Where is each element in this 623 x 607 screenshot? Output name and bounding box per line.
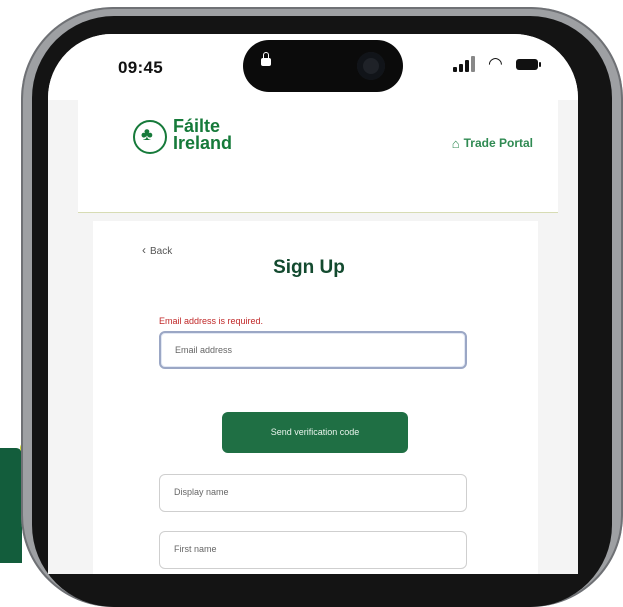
status-time: 09:45 [118, 58, 163, 77]
trade-portal-label: Trade Portal [463, 136, 533, 150]
battery-icon [516, 59, 541, 70]
status-bar: 09:45 ◠ [48, 34, 578, 100]
shamrock-logo-icon[interactable] [133, 120, 167, 154]
email-field[interactable]: Email address [159, 331, 467, 369]
signup-card: ‹ Back Sign Up Email address is required.… [93, 221, 538, 574]
dynamic-island [243, 40, 403, 92]
chevron-left-icon: ‹ [142, 243, 146, 257]
email-error-message: Email address is required. [159, 316, 264, 326]
display-name-field[interactable]: Display name [159, 474, 467, 512]
page-title: Sign Up [273, 257, 345, 278]
wifi-icon: ◠ [488, 54, 503, 73]
back-label: Back [150, 246, 173, 257]
logo-line-2: Ireland [173, 133, 233, 153]
send-verification-code-button[interactable]: Send verification code [222, 412, 408, 453]
phone-screen: 09:45 ◠ Fáilte Ireland ⌂Trade Portal ‹ Ba… [48, 34, 578, 574]
logo-text[interactable]: Fáilte Ireland [173, 117, 233, 153]
site-header: Fáilte Ireland ⌂Trade Portal [78, 100, 558, 213]
home-icon: ⌂ [451, 136, 460, 151]
signal-icon [453, 56, 479, 72]
first-name-field[interactable]: First name [159, 531, 467, 569]
camera-icon [357, 52, 385, 80]
lock-icon [261, 52, 271, 66]
back-link[interactable]: ‹ Back [142, 243, 172, 257]
trade-portal-link[interactable]: ⌂ Trade Portal [452, 136, 533, 151]
background-green-panel [0, 448, 22, 563]
